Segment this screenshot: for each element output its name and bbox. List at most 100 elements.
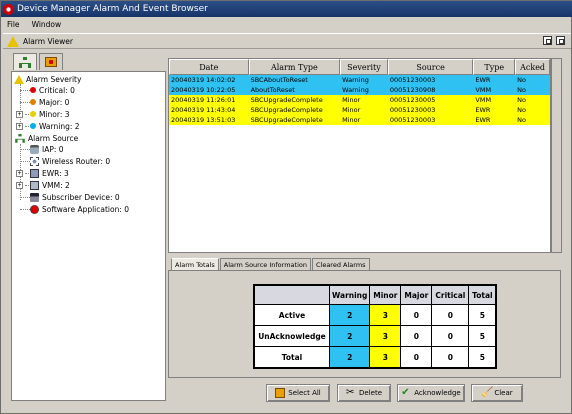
tab-tree-view[interactable]: [13, 53, 37, 70]
totals-col-critical: Critical: [432, 286, 469, 304]
table-cell-alarm-type: SBCUpgradeComplete: [250, 116, 323, 124]
table-row[interactable]: 20040319 11:43:04 SBCUpgradeComplete Minor…: [169, 105, 550, 115]
column-source[interactable]: Source: [387, 59, 474, 75]
major-dot-icon: [30, 99, 36, 105]
tree-node-critical[interactable]: Critical: 0: [30, 85, 75, 95]
totals-cell-critical: 0: [432, 305, 469, 325]
tree-node-label: IAP: 0: [42, 144, 64, 154]
table-header: Date Alarm Type Severity Source Type Ack…: [169, 59, 550, 75]
table-body: 20040319 14:02:02 SBCAboutToReset Warning 0…: [169, 75, 550, 125]
totals-row-label: Active: [255, 305, 329, 325]
tab-alarm-source-information[interactable]: Alarm Source Information: [219, 258, 311, 270]
tree-node-label: Wireless Router: 0: [42, 156, 111, 166]
tab-cleared-alarms[interactable]: Cleared Alarms: [311, 258, 370, 270]
tree-node-label: Alarm Severity: [26, 74, 82, 84]
maximize-icon[interactable]: [556, 36, 565, 45]
tree-node-alarm-source[interactable]: Alarm Source: [14, 133, 78, 143]
totals-col-total: Total: [469, 286, 496, 304]
clear-button[interactable]: 🧹 Clear: [471, 384, 523, 402]
select-all-icon: [275, 388, 286, 398]
expand-icon[interactable]: +: [16, 122, 23, 130]
software-icon: [30, 204, 39, 214]
tree-node-ewr[interactable]: + EWR: 3: [16, 168, 69, 178]
checkmark-icon: ✔: [401, 387, 410, 398]
warning-icon: [14, 74, 24, 84]
ewr-icon: [30, 168, 39, 178]
tab-alarm-totals[interactable]: Alarm Totals: [171, 258, 219, 270]
left-tab-strip: [13, 53, 63, 70]
column-acked[interactable]: Acked: [515, 59, 550, 75]
column-alarm-type[interactable]: Alarm Type: [248, 59, 341, 75]
restore-icon[interactable]: [543, 36, 552, 45]
expand-icon[interactable]: +: [16, 169, 23, 177]
tree-node-minor[interactable]: + Minor: 3: [16, 109, 70, 119]
alarm-table: Date Alarm Type Severity Source Type Ack…: [168, 58, 551, 253]
table-cell-source: 00051230908: [389, 86, 436, 94]
totals-row-label: UnAcknowledge: [255, 326, 329, 346]
table-cell-date: 20040319 11:26:01: [171, 96, 236, 104]
tree-node-subscriber-device[interactable]: Subscriber Device: 0: [30, 192, 120, 202]
table-cell-severity: Minor: [342, 106, 361, 114]
select-all-button[interactable]: Select All: [266, 384, 330, 402]
table-cell-acked: No: [517, 116, 527, 124]
scissors-icon: ✂: [346, 387, 355, 398]
column-severity[interactable]: Severity: [340, 59, 388, 75]
tree-node-alarm-severity[interactable]: Alarm Severity: [14, 74, 81, 84]
table-row[interactable]: 20040319 13:51:03 SBCUpgradeComplete Minor…: [169, 115, 550, 125]
table-cell-source: 00051230003: [389, 116, 436, 124]
tree-node-warning[interactable]: + Warning: 2: [16, 121, 80, 131]
table-cell-type: VMM: [475, 86, 492, 94]
delete-button[interactable]: ✂ Delete: [337, 384, 391, 402]
tree-node-label: Alarm Source: [28, 133, 79, 143]
tree-node-wireless-router[interactable]: Wireless Router: 0: [30, 156, 110, 166]
table-scrollbar[interactable]: [551, 58, 562, 253]
tree-node-software-application[interactable]: Software Application: 0: [30, 204, 129, 214]
column-type[interactable]: Type: [473, 59, 516, 75]
alarm-viewer-header: Alarm Viewer: [3, 33, 571, 49]
tree-node-iap[interactable]: IAP: 0: [30, 144, 64, 154]
totals-cell-major: 0: [401, 347, 432, 367]
table-cell-type: EWR: [475, 106, 491, 114]
table-row[interactable]: 20040319 14:02:02 SBCAboutToReset Warning 0…: [169, 75, 550, 85]
tree-node-vmm[interactable]: + VMM: 2: [16, 180, 70, 190]
table-row[interactable]: 20040319 11:26:01 SBCUpgradeComplete Minor…: [169, 95, 550, 105]
tree-node-major[interactable]: Major: 0: [30, 97, 69, 107]
totals-col-warning: Warning: [330, 286, 370, 304]
expand-icon[interactable]: +: [16, 110, 23, 118]
title-bar[interactable]: Device Manager Alarm And Event Browser: [1, 1, 572, 17]
table-cell-alarm-type: SBCUpgradeComplete: [250, 96, 323, 104]
table-cell-severity: Minor: [342, 116, 361, 124]
totals-cell-critical: 0: [432, 326, 469, 346]
acknowledge-label: Acknowledge: [414, 389, 461, 397]
menu-file[interactable]: File: [7, 20, 20, 29]
table-cell-date: 20040319 14:02:02: [171, 76, 236, 84]
table-cell-severity: Minor: [342, 96, 361, 104]
table-cell-acked: No: [517, 106, 527, 114]
table-cell-date: 20040319 11:43:04: [171, 106, 236, 114]
tree-node-label: Subscriber Device: 0: [42, 192, 120, 202]
acknowledge-button[interactable]: ✔ Acknowledge: [397, 384, 465, 402]
menu-window[interactable]: Window: [32, 20, 62, 29]
totals-row-total: Total 2 3 0 0 5: [255, 347, 496, 367]
totals-corner: [255, 286, 329, 304]
source-tree-icon: [15, 134, 25, 143]
tree-node-label: Warning: 2: [39, 121, 80, 131]
select-all-label: Select All: [288, 389, 321, 397]
table-cell-source: 00051230003: [389, 106, 436, 114]
table-row[interactable]: 20040319 10:22:05 AboutToReset Warning 0005…: [169, 85, 550, 95]
critical-dot-icon: [30, 87, 36, 93]
totals-cell-warning: 2: [330, 305, 370, 325]
alarm-totals-table: Warning Minor Major Critical Total Activ…: [253, 284, 498, 369]
table-cell-alarm-type: SBCUpgradeComplete: [250, 106, 323, 114]
tree-node-label: Critical: 0: [39, 85, 75, 95]
totals-cell-total: 5: [469, 326, 496, 346]
totals-cell-warning: 2: [330, 347, 370, 367]
column-date[interactable]: Date: [169, 59, 249, 75]
expand-icon[interactable]: +: [16, 181, 23, 189]
warning-dot-icon: [30, 123, 36, 129]
table-cell-type: EWR: [475, 116, 491, 124]
tree-node-label: Minor: 3: [39, 109, 70, 119]
router-icon: [30, 156, 39, 166]
tab-folder-view[interactable]: [39, 53, 63, 70]
window-title: Device Manager Alarm And Event Browser: [17, 4, 208, 14]
